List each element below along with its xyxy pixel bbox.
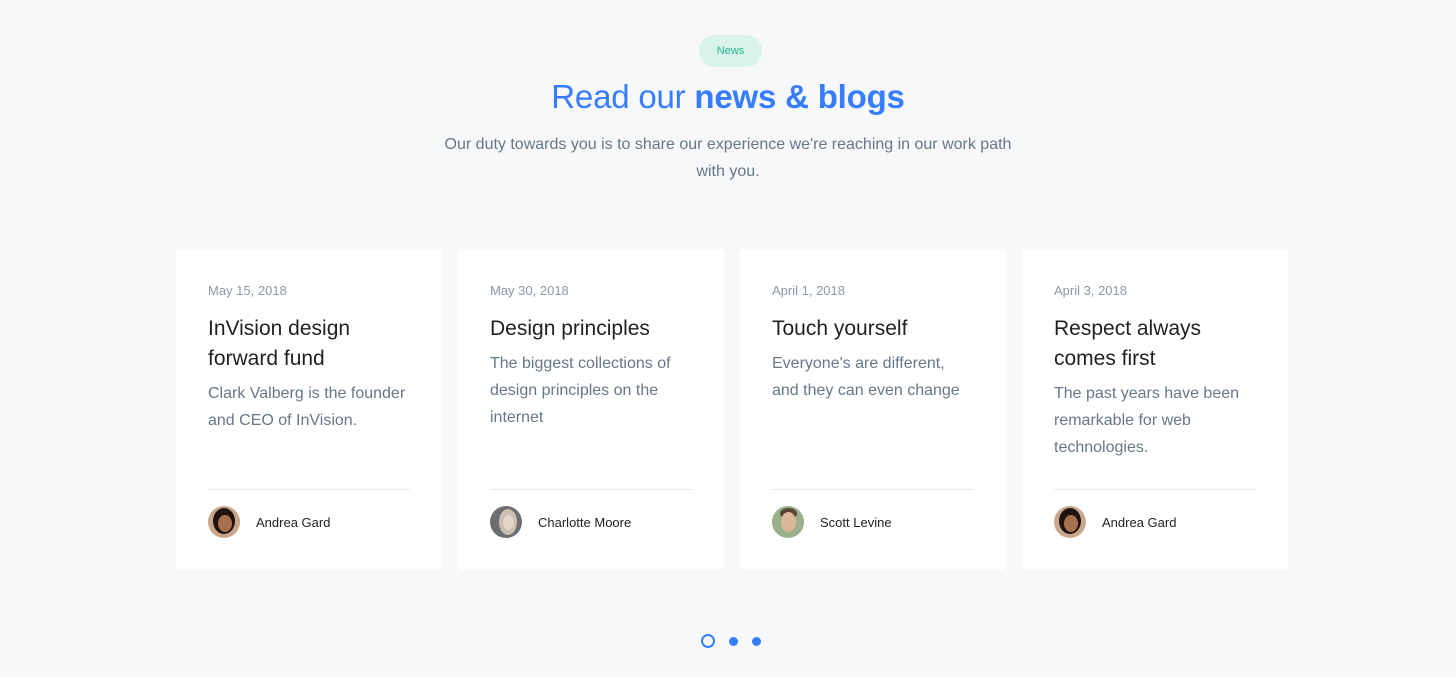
- post-excerpt: The past years have been remarkable for …: [1054, 385, 1240, 456]
- author-name[interactable]: Andrea Gard: [256, 515, 330, 530]
- avatar[interactable]: [208, 506, 240, 538]
- post-title[interactable]: Touch yourself: [772, 314, 974, 344]
- blog-card[interactable]: May 15, 2018 InVision design forward fun…: [176, 249, 442, 570]
- news-badge: News: [699, 35, 762, 67]
- title-regular: Read our: [551, 78, 695, 115]
- carousel-pagination: [701, 634, 761, 648]
- author-name[interactable]: Scott Levine: [820, 515, 892, 530]
- pagination-dot-2[interactable]: [729, 636, 738, 646]
- author-name[interactable]: Charlotte Moore: [538, 515, 631, 530]
- post-date: May 30, 2018: [490, 283, 569, 298]
- post-date: May 15, 2018: [208, 283, 287, 298]
- blog-cards: May 15, 2018 InVision design forward fun…: [176, 249, 1288, 570]
- post-author: Andrea Gard: [208, 489, 410, 538]
- avatar[interactable]: [772, 506, 804, 538]
- author-name[interactable]: Andrea Gard: [1102, 515, 1176, 530]
- post-excerpt: The biggest collections of design princi…: [490, 355, 671, 426]
- title-bold: news & blogs: [694, 78, 905, 115]
- post-title[interactable]: Respect always comes first: [1054, 314, 1256, 374]
- post-author: Andrea Gard: [1054, 489, 1256, 538]
- post-author: Scott Levine: [772, 489, 974, 538]
- section-subtitle: Our duty towards you is to share our exp…: [444, 136, 1012, 180]
- blog-card[interactable]: April 3, 2018 Respect always comes first…: [1022, 249, 1288, 570]
- blog-card[interactable]: April 1, 2018 Touch yourself Everyone's …: [740, 249, 1006, 570]
- post-date: April 1, 2018: [772, 283, 845, 298]
- section-title: Read our news & blogs: [0, 78, 1456, 116]
- avatar[interactable]: [1054, 506, 1086, 538]
- post-date: April 3, 2018: [1054, 283, 1127, 298]
- pagination-dot-1[interactable]: [701, 634, 715, 648]
- post-title[interactable]: Design principles: [490, 314, 692, 344]
- post-excerpt: Everyone's are different, and they can e…: [772, 355, 960, 399]
- post-author: Charlotte Moore: [490, 489, 692, 538]
- post-title[interactable]: InVision design forward fund: [208, 314, 410, 374]
- post-excerpt: Clark Valberg is the founder and CEO of …: [208, 385, 406, 429]
- blog-card[interactable]: May 30, 2018 Design principles The bigge…: [458, 249, 724, 570]
- avatar[interactable]: [490, 506, 522, 538]
- pagination-dot-3[interactable]: [752, 636, 761, 646]
